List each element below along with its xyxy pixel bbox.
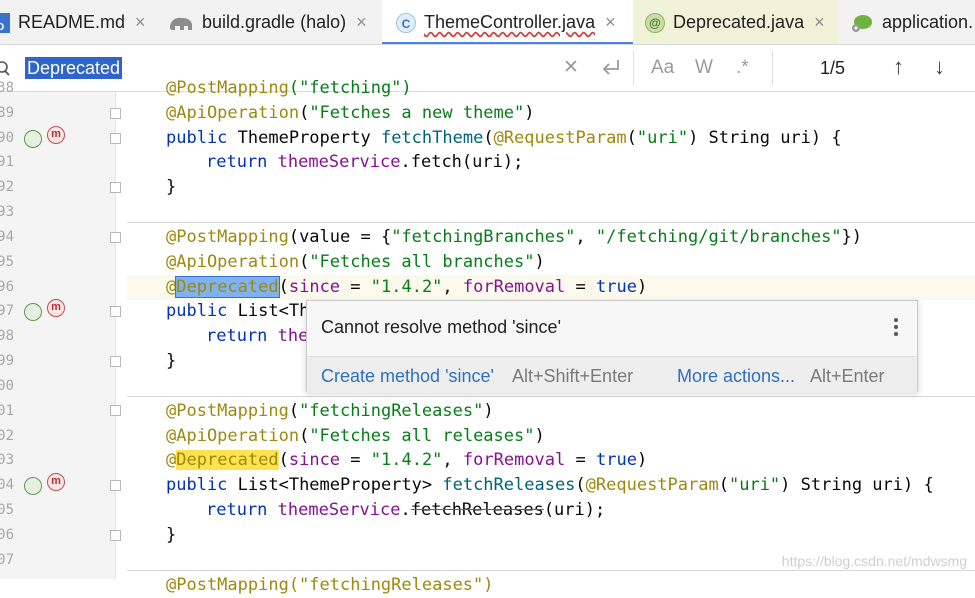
tab-application[interactable]: application. — [838, 0, 975, 44]
code-editor[interactable]: 38 89 90 91 92 93 94 95 96 97 98 99 100 … — [0, 78, 975, 595]
line-number: 94 — [0, 229, 14, 245]
method-separator — [127, 570, 975, 571]
close-icon[interactable]: × — [814, 12, 825, 33]
error-message: Cannot resolve method 'since' — [321, 317, 562, 337]
line-number: 99 — [0, 353, 14, 369]
fold-icon[interactable] — [110, 530, 121, 541]
line-number: 98 — [0, 328, 14, 344]
fold-icon[interactable] — [110, 405, 121, 416]
create-method-action[interactable]: Create method 'since' — [321, 366, 494, 387]
gutter — [0, 92, 116, 579]
popup-actions-bar: Create method 'since' Alt+Shift+Enter Mo… — [307, 356, 917, 393]
line-number: 89 — [0, 105, 14, 121]
line-number: 100 — [0, 378, 14, 394]
editor-tab-bar: D README.md × build.gradle (halo) × C Th… — [0, 0, 975, 45]
fold-icon[interactable] — [110, 480, 121, 491]
code-line[interactable]: public ThemeProperty fetchTheme(@Request… — [166, 126, 975, 151]
fold-icon[interactable] — [110, 232, 121, 243]
line-number: 04 — [0, 477, 14, 493]
search-input[interactable]: Deprecated — [25, 57, 123, 79]
code-line[interactable]: @Deprecated(since = "1.4.2", forRemoval … — [166, 448, 975, 473]
tab-themecontroller[interactable]: C ThemeController.java × — [382, 0, 633, 44]
code-line[interactable]: } — [166, 523, 975, 548]
close-icon[interactable]: × — [605, 12, 616, 33]
error-tooltip-popup: Cannot resolve method 'since' Create met… — [306, 300, 918, 393]
method-m-icon[interactable]: m — [47, 473, 65, 491]
method-m-icon[interactable]: m — [47, 126, 65, 144]
line-number: 91 — [0, 154, 14, 170]
web-endpoint-icon[interactable] — [24, 303, 42, 321]
search-match: Deprecated — [176, 450, 279, 470]
line-number: 05 — [0, 502, 14, 518]
tab-readme[interactable]: D README.md × — [0, 0, 160, 44]
tab-label: build.gradle (halo) — [202, 12, 347, 32]
tab-label: application. — [882, 12, 974, 32]
line-number: 96 — [0, 279, 14, 295]
tab-label: README.md — [18, 12, 126, 32]
spring-leaf-icon — [850, 13, 874, 33]
code-line[interactable]: @Deprecated(since = "1.4.2", forRemoval … — [166, 275, 975, 300]
line-number: 90 — [0, 130, 14, 146]
web-endpoint-icon[interactable] — [24, 130, 42, 148]
code-line[interactable]: return themeService.fetch(uri); — [206, 150, 975, 175]
line-number: 06 — [0, 527, 14, 543]
code-line[interactable]: } — [166, 175, 975, 200]
line-number: 02 — [0, 428, 14, 444]
deprecated-method-call: fetchReleases — [410, 500, 544, 520]
line-number: 97 — [0, 303, 14, 319]
code-line[interactable]: @PostMapping(value = {"fetchingBranches"… — [166, 225, 975, 250]
annotation-at-icon: @ — [645, 12, 665, 33]
line-number: 03 — [0, 452, 14, 468]
code-line[interactable]: return themeService.fetchReleases(uri); — [206, 498, 975, 523]
line-number: 93 — [0, 204, 14, 220]
watermark: https://blog.csdn.net/mdwsmg — [781, 553, 967, 569]
line-number: 38 — [0, 80, 14, 96]
fold-icon[interactable] — [110, 306, 121, 317]
shortcut-hint: Alt+Enter — [810, 366, 885, 386]
code-line[interactable]: @PostMapping("fetchingReleases") — [166, 573, 975, 598]
more-options-icon[interactable] — [893, 317, 899, 341]
web-endpoint-icon[interactable] — [24, 477, 42, 495]
code-line[interactable]: @ApiOperation("Fetches all releases") — [166, 424, 975, 449]
tab-deprecated[interactable]: @ Deprecated.java × — [633, 0, 838, 44]
code-line[interactable]: @PostMapping("fetching") — [166, 76, 975, 101]
fold-icon[interactable] — [110, 182, 121, 193]
fold-icon[interactable] — [110, 108, 121, 119]
method-separator — [127, 222, 975, 223]
tab-label: Deprecated.java — [673, 12, 805, 32]
tab-build-gradle[interactable]: build.gradle (halo) × — [160, 0, 382, 44]
shortcut-hint: Alt+Shift+Enter — [512, 366, 634, 386]
fold-icon[interactable] — [110, 133, 121, 144]
close-icon[interactable]: × — [356, 12, 367, 33]
code-line[interactable]: public List<ThemeProperty> fetchReleases… — [166, 473, 975, 498]
line-number: 95 — [0, 254, 14, 270]
class-c-icon: C — [396, 12, 416, 33]
method-separator — [127, 396, 975, 397]
line-number: 01 — [0, 403, 14, 419]
code-line[interactable]: @PostMapping("fetchingReleases") — [166, 399, 975, 424]
markdown-file-icon: D — [0, 12, 10, 33]
gradle-elephant-icon — [168, 14, 194, 32]
method-m-icon[interactable]: m — [47, 299, 65, 317]
line-number: 07 — [0, 552, 14, 568]
code-line[interactable]: @ApiOperation("Fetches a new theme") — [166, 101, 975, 126]
tab-label: ThemeController.java — [424, 12, 596, 32]
close-icon[interactable]: × — [135, 12, 146, 33]
fold-icon[interactable] — [110, 356, 121, 367]
line-number: 92 — [0, 179, 14, 195]
current-search-match: Deprecated — [175, 276, 280, 298]
more-actions-link[interactable]: More actions... — [677, 366, 795, 387]
code-line[interactable]: @ApiOperation("Fetches all branches") — [166, 250, 975, 275]
